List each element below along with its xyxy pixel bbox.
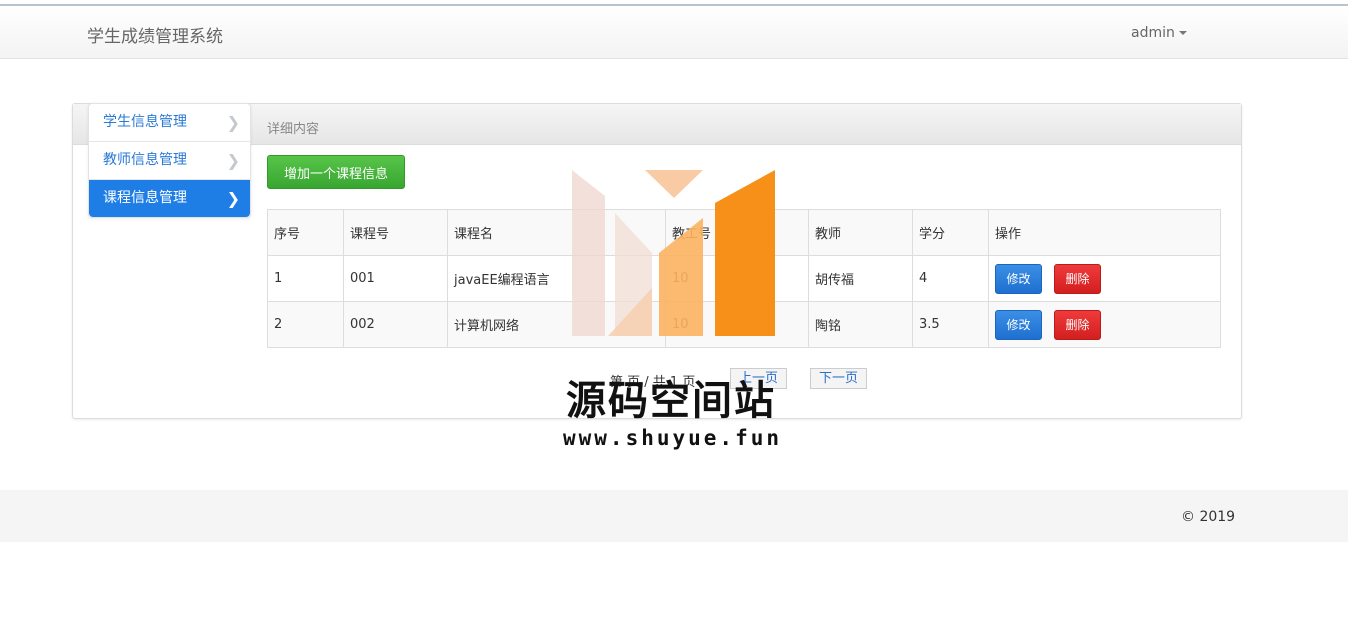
sidebar: 学生信息管理 ❯ 教师信息管理 ❯ 课程信息管理 ❯ xyxy=(88,103,251,218)
navbar: 学生成绩管理系统 admin xyxy=(0,6,1348,59)
cell-index: 2 xyxy=(267,301,344,348)
chevron-right-icon: ❯ xyxy=(226,113,240,132)
cell-course-no: 001 xyxy=(343,255,448,302)
copyright: © 2019 xyxy=(1181,509,1236,525)
cell-credit: 3.5 xyxy=(912,301,989,348)
footer: © 2019 xyxy=(0,490,1348,542)
cell-actions: 修改 删除 xyxy=(988,255,1221,302)
next-page-link[interactable]: 下一页 xyxy=(810,368,868,389)
chevron-right-icon: ❯ xyxy=(226,189,240,208)
sidebar-item-label: 课程信息管理 xyxy=(103,190,187,206)
column-header: 教师 xyxy=(808,209,913,256)
caret-down-icon xyxy=(1178,31,1187,35)
table-row: 2 002 计算机网络 10 陶铭 3.5 修改 删除 xyxy=(267,301,1221,348)
course-table: 序号 课程号 课程名 教工号 教师 学分 操作 1 001 javaEE编程语言… xyxy=(267,209,1221,348)
cell-teacher: 胡传福 xyxy=(808,255,913,302)
watermark-url: www.shuyue.fun xyxy=(563,426,783,450)
sidebar-item-students[interactable]: 学生信息管理 ❯ xyxy=(89,104,250,142)
add-course-button[interactable]: 增加一个课程信息 xyxy=(267,155,405,189)
cell-course-name: javaEE编程语言 xyxy=(447,255,666,302)
delete-button[interactable]: 删除 xyxy=(1054,309,1101,340)
panel-title: 详细内容 xyxy=(267,122,320,137)
sidebar-item-teachers[interactable]: 教师信息管理 ❯ xyxy=(89,142,250,180)
sidebar-item-courses[interactable]: 课程信息管理 ❯ xyxy=(89,180,250,217)
cell-course-name: 计算机网络 xyxy=(447,301,666,348)
brand-title: 学生成绩管理系统 xyxy=(87,27,223,47)
column-header: 操作 xyxy=(988,209,1221,256)
cell-actions: 修改 删除 xyxy=(988,301,1221,348)
cell-credit: 4 xyxy=(912,255,989,302)
user-menu[interactable]: admin xyxy=(1131,25,1187,41)
table-header-row: 序号 课程号 课程名 教工号 教师 学分 操作 xyxy=(267,209,1221,256)
table-row: 1 001 javaEE编程语言 10 胡传福 4 修改 删除 xyxy=(267,255,1221,302)
edit-button[interactable]: 修改 xyxy=(995,263,1042,294)
column-header: 教工号 xyxy=(665,209,809,256)
column-header: 课程号 xyxy=(343,209,448,256)
cell-teacher: 陶铭 xyxy=(808,301,913,348)
delete-button[interactable]: 删除 xyxy=(1054,263,1101,294)
user-name: admin xyxy=(1131,25,1175,41)
chevron-right-icon: ❯ xyxy=(226,151,240,170)
cell-index: 1 xyxy=(267,255,344,302)
column-header: 课程名 xyxy=(447,209,666,256)
column-header: 序号 xyxy=(267,209,344,256)
sidebar-item-label: 学生信息管理 xyxy=(103,114,187,130)
cell-teacher-no: 10 xyxy=(665,255,809,302)
column-header: 学分 xyxy=(912,209,989,256)
cell-teacher-no: 10 xyxy=(665,301,809,348)
sidebar-item-label: 教师信息管理 xyxy=(103,152,187,168)
watermark-title: 源码空间站 xyxy=(566,378,776,424)
cell-course-no: 002 xyxy=(343,301,448,348)
edit-button[interactable]: 修改 xyxy=(995,309,1042,340)
